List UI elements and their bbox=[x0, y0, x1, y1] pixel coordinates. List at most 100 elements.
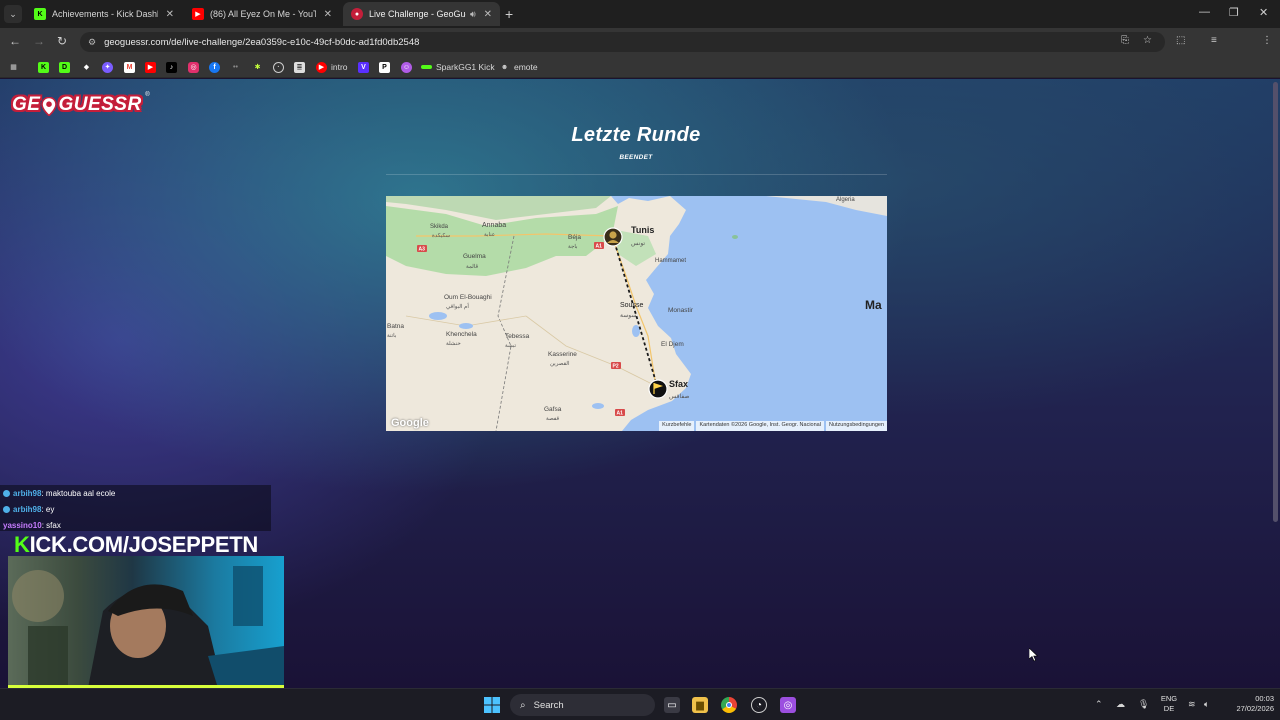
app-icon[interactable]: ◔ bbox=[751, 697, 767, 713]
close-icon[interactable]: ✕ bbox=[484, 9, 492, 20]
minimize-icon[interactable]: — bbox=[1199, 6, 1210, 18]
forward-icon[interactable]: → bbox=[33, 34, 45, 48]
windows-start-icon[interactable] bbox=[484, 697, 500, 713]
bookmark-label: SparkGG1 Kick bbox=[436, 62, 495, 72]
bookmark-bolt[interactable]: ✱ bbox=[252, 61, 263, 73]
diamond-icon: ◆ bbox=[83, 64, 90, 71]
terms-link[interactable]: Nutzungsbedingungen bbox=[825, 421, 887, 431]
media-control-icon[interactable]: ≡ bbox=[1211, 35, 1217, 46]
site-info-icon[interactable]: ⚙ bbox=[88, 37, 96, 48]
wifi-icon[interactable]: ≋ bbox=[1188, 699, 1196, 710]
youtube-icon: ▶ bbox=[192, 8, 204, 20]
map-canvas: Tunis Hammamet Sousse Monastir El Djem S… bbox=[386, 196, 887, 431]
dots-icon: •• bbox=[233, 63, 238, 71]
bookmark-facebook[interactable]: f bbox=[209, 61, 220, 73]
speaker-icon[interactable]: 🔊︎ bbox=[470, 9, 476, 20]
bookmark-star-icon[interactable]: ☆ bbox=[1143, 35, 1152, 46]
bookmark-instagram[interactable]: ◎ bbox=[188, 61, 199, 73]
close-icon[interactable]: ✕ bbox=[324, 9, 332, 20]
apps-grid-icon[interactable]: ▦ bbox=[8, 61, 19, 73]
tab-search-button[interactable]: ⌄ bbox=[4, 5, 22, 23]
map-label-arabic-kasserine: القصرين bbox=[550, 360, 570, 367]
bookmark-purple[interactable]: ☺ bbox=[401, 61, 412, 73]
bookmarks-bar: ▦ K D ◆ ✦ M ▶ ♪ ◎ f •• ✱ · ≣ ▶ intro V P … bbox=[0, 56, 1280, 78]
geoguessr-logo[interactable]: GE GUESSR ® bbox=[12, 92, 150, 118]
tab-geoguessr[interactable]: ● Live Challenge - GeoGuessr 🔊︎ ✕ bbox=[343, 2, 500, 26]
chat-text: : maktouba aal ecole bbox=[41, 488, 116, 498]
tab-youtube[interactable]: ▶ (86) All Eyez On Me - YouTube ✕ bbox=[184, 2, 340, 26]
volume-icon[interactable]: 🔈︎ bbox=[1204, 699, 1209, 710]
map-label-arabic-batna: باتنة bbox=[387, 332, 397, 339]
map-label-beja: Béja bbox=[568, 234, 581, 241]
result-map[interactable]: Tunis Hammamet Sousse Monastir El Djem S… bbox=[386, 196, 887, 431]
page-title: Letzte Runde bbox=[571, 124, 701, 146]
bookmark-tiktok[interactable]: ♪ bbox=[166, 61, 177, 73]
stream-icon: ✦ bbox=[102, 61, 113, 73]
map-label-arabic-sousse: سوسة bbox=[620, 313, 636, 319]
install-app-icon[interactable]: ⎘ bbox=[1121, 35, 1129, 46]
chat-username: yassino10 bbox=[3, 520, 42, 530]
bookmark-label: intro bbox=[331, 62, 348, 72]
player-guess-marker[interactable] bbox=[603, 227, 623, 247]
map-label-arabic-gafsa: قفصة bbox=[546, 416, 560, 422]
taskbar-search[interactable]: ⌕ Search bbox=[510, 694, 655, 716]
stream-chat: arbih98 : maktouba aal ecole arbih98 : e… bbox=[0, 485, 271, 531]
extensions-icon[interactable]: ⬚ bbox=[1176, 35, 1185, 46]
round-status: BEENDET bbox=[619, 154, 653, 161]
cloud-icon[interactable]: ☁ bbox=[1116, 699, 1125, 710]
tab-kick-dashboard[interactable]: K Achievements - Kick Dashboard ✕ bbox=[26, 2, 182, 26]
close-icon[interactable]: ✕ bbox=[166, 9, 174, 20]
map-label-algeria: Algeria bbox=[836, 197, 855, 203]
restore-icon[interactable]: ❐ bbox=[1229, 6, 1239, 19]
chrome-icon[interactable] bbox=[721, 697, 737, 713]
bookmark-v[interactable]: V bbox=[358, 61, 369, 73]
bookmark-diamond[interactable]: ◆ bbox=[81, 61, 92, 73]
file-explorer-icon[interactable]: ▆ bbox=[692, 697, 708, 713]
kick-channel-banner: KICK.COM/JOSEPPETN bbox=[14, 532, 284, 558]
input-language[interactable]: ENG DE bbox=[1158, 694, 1180, 714]
map-label-arabic-tebessa: تبسة bbox=[505, 343, 517, 349]
back-icon[interactable]: ← bbox=[9, 34, 21, 48]
bookmark-youtube[interactable]: ▶ bbox=[145, 61, 156, 73]
correct-location-flag-icon[interactable] bbox=[648, 379, 668, 399]
bookmark-intro[interactable]: ▶ intro bbox=[316, 61, 348, 73]
map-label-arabic-tunis: تونس bbox=[631, 241, 645, 247]
reload-icon[interactable]: ↻ bbox=[57, 34, 67, 48]
menu-kebab-icon[interactable]: ⋮ bbox=[1262, 35, 1272, 46]
bookmark-p[interactable]: P bbox=[379, 61, 390, 73]
scrollbar[interactable] bbox=[1273, 82, 1278, 522]
bookmark-kick[interactable]: K bbox=[38, 61, 49, 73]
youtube-icon: ▶ bbox=[316, 61, 327, 73]
screen: ⌄ K Achievements - Kick Dashboard ✕ ▶ (8… bbox=[0, 0, 1280, 720]
bookmark-circle[interactable]: · bbox=[273, 61, 284, 73]
bookmark-gmail[interactable]: M bbox=[124, 61, 135, 73]
obs-like-icon[interactable]: ◎ bbox=[780, 697, 796, 713]
window-close-icon[interactable]: ✕ bbox=[1259, 6, 1268, 19]
google-logo: Google bbox=[391, 417, 429, 429]
map-label-tunis: Tunis bbox=[631, 225, 654, 235]
bookmark-dots[interactable]: •• bbox=[230, 61, 241, 73]
kick-icon: K bbox=[38, 61, 49, 73]
doc-icon: ≣ bbox=[294, 61, 305, 73]
bookmark-d[interactable]: D bbox=[59, 61, 70, 73]
chat-badge-icon bbox=[3, 489, 10, 497]
bookmark-stream[interactable]: ✦ bbox=[102, 61, 113, 73]
map-label-ma: Ma bbox=[865, 298, 882, 312]
bookmark-emote[interactable]: ☻ emote bbox=[499, 61, 538, 73]
microphone-icon[interactable]: 🎙︎ bbox=[1138, 699, 1149, 710]
address-bar[interactable]: ⚙ geoguessr.com/de/live-challenge/2ea035… bbox=[80, 32, 1165, 52]
emote-icon: ☻ bbox=[500, 63, 509, 71]
tab-strip: ⌄ K Achievements - Kick Dashboard ✕ ▶ (8… bbox=[0, 0, 1280, 28]
bookmark-sparkgg1-kick[interactable]: SparkGG1 Kick bbox=[421, 61, 495, 73]
instagram-icon: ◎ bbox=[188, 61, 199, 73]
chat-text: : sfax bbox=[41, 520, 61, 530]
bookmark-doc[interactable]: ≣ bbox=[294, 61, 305, 73]
system-clock[interactable]: 00:03 27/02/2026 bbox=[1222, 694, 1274, 714]
new-tab-button[interactable]: + bbox=[505, 6, 513, 22]
keyboard-shortcuts-link[interactable]: Kurzbefehle bbox=[659, 421, 695, 431]
bolt-icon: ✱ bbox=[254, 64, 261, 71]
tab-title: (86) All Eyez On Me - YouTube bbox=[210, 9, 316, 19]
tray-chevron-icon[interactable]: ⌃ bbox=[1095, 699, 1103, 710]
chat-message: yassino10 : sfax bbox=[3, 519, 61, 531]
task-view-icon[interactable]: ▭ bbox=[664, 697, 680, 713]
